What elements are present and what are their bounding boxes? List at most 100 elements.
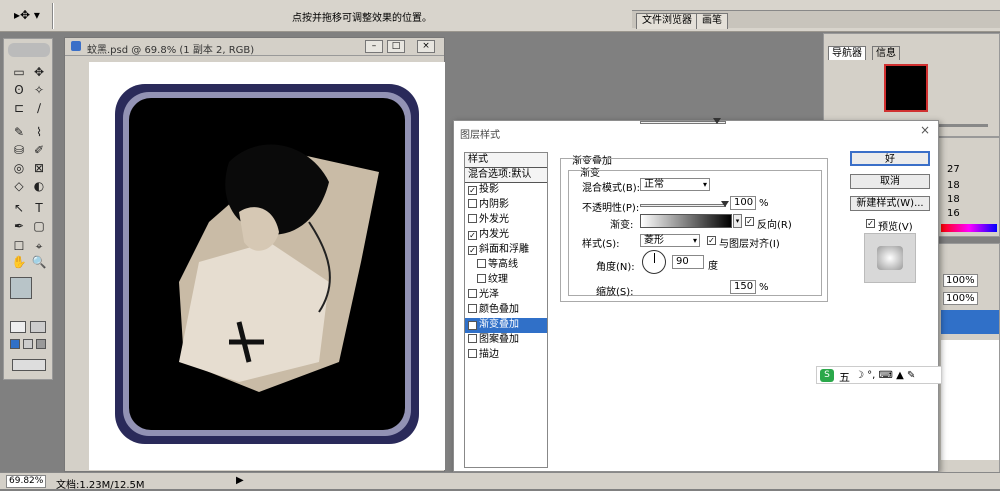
screen-mode-menu-icon[interactable] — [23, 339, 33, 349]
document-canvas[interactable] — [89, 62, 445, 470]
gradient-style-select[interactable]: 菱形 ▾ — [640, 234, 700, 247]
scale-input[interactable]: 150 — [730, 280, 756, 294]
brush-tool-icon[interactable]: ⌇ — [30, 125, 48, 140]
gradient-dropdown-icon[interactable]: ▾ — [733, 214, 742, 228]
ok-button[interactable]: 好 — [850, 151, 930, 166]
healing-brush-icon[interactable]: ✎ — [10, 125, 28, 140]
options-separator — [52, 3, 54, 29]
layer-opacity[interactable]: 100% — [943, 274, 978, 287]
gradient-tool-icon[interactable]: ⊠ — [30, 161, 48, 176]
style-list-item[interactable]: 样式 — [465, 153, 547, 168]
toolbox-header — [8, 43, 50, 57]
style-list-item[interactable]: 外发光 — [465, 213, 547, 228]
type-tool-icon[interactable]: T — [30, 201, 48, 216]
style-checkbox[interactable] — [468, 334, 477, 343]
style-checkbox[interactable]: ✓ — [468, 321, 477, 330]
style-list-item[interactable]: 纹理 — [465, 273, 547, 288]
path-select-icon[interactable]: ↖ — [10, 201, 28, 216]
style-checkbox[interactable]: ✓ — [468, 186, 477, 195]
style-list-item[interactable]: 等高线 — [465, 258, 547, 273]
standard-mode-icon[interactable] — [10, 321, 26, 333]
preview-checkbox[interactable]: ✓ — [866, 219, 875, 228]
style-list-item[interactable]: ✓ 斜面和浮雕 — [465, 243, 547, 258]
opacity-input[interactable]: 100 — [730, 196, 756, 210]
move-tool-icon[interactable]: ▸✥ ▾ — [14, 8, 50, 24]
style-list-item[interactable]: ✓ 内发光 — [465, 228, 547, 243]
scale-slider[interactable] — [640, 118, 726, 124]
tab-file-browser[interactable]: 文件浏览器 — [636, 13, 698, 29]
align-with-layer-checkbox[interactable]: ✓ — [707, 236, 716, 245]
scale-slider-knob[interactable] — [713, 118, 721, 124]
navigator-thumbnail[interactable] — [884, 64, 928, 112]
artwork-image — [115, 84, 419, 444]
style-list-item[interactable]: ✓ 渐变叠加 — [465, 318, 547, 333]
style-checkbox[interactable]: ✓ — [468, 231, 477, 240]
zoom-field[interactable]: 69.82% — [6, 475, 46, 488]
style-checkbox[interactable] — [468, 349, 477, 358]
style-checkbox[interactable] — [468, 214, 477, 223]
style-list-item[interactable]: 图案叠加 — [465, 333, 547, 348]
marquee-tool-icon[interactable]: ▭ — [10, 65, 28, 80]
close-button[interactable]: × — [417, 40, 435, 53]
angle-input[interactable]: 90 — [672, 255, 704, 269]
pen-tool-icon[interactable]: ✒ — [10, 219, 28, 234]
screen-mode-full-icon[interactable] — [36, 339, 46, 349]
style-list-item[interactable]: 混合选项:默认 — [465, 168, 547, 183]
tab-brushes[interactable]: 画笔 — [696, 13, 728, 29]
selected-layer-row[interactable] — [941, 310, 999, 334]
angle-dial[interactable] — [642, 250, 666, 274]
cancel-button[interactable]: 取消 — [850, 174, 930, 189]
maximize-button[interactable]: □ — [387, 40, 405, 53]
gradient-preview[interactable] — [640, 214, 732, 228]
screen-mode-standard-icon[interactable] — [10, 339, 20, 349]
style-checkbox[interactable] — [468, 289, 477, 298]
eraser-tool-icon[interactable]: ◎ — [10, 161, 28, 176]
layer-fill[interactable]: 100% — [943, 292, 978, 305]
color-value: 18 — [947, 194, 960, 205]
status-menu-arrow-icon[interactable]: ▶ — [236, 475, 244, 486]
gradient-style-value: 菱形 — [644, 235, 664, 246]
close-icon[interactable]: × — [920, 123, 930, 137]
dodge-tool-icon[interactable]: ◐ — [30, 179, 48, 194]
style-checkbox[interactable]: ✓ — [468, 246, 477, 255]
tab-info[interactable]: 信息 — [872, 46, 900, 60]
lasso-tool-icon[interactable]: ʘ — [10, 83, 28, 98]
minimize-button[interactable]: – — [365, 40, 383, 53]
opacity-slider[interactable] — [640, 201, 729, 207]
style-list-item[interactable]: ✓ 投影 — [465, 183, 547, 198]
ime-icons[interactable]: ☽ °, ⌨ ▲ ✎ — [855, 370, 915, 381]
jump-to-imageready-icon[interactable] — [12, 359, 46, 371]
move-tool-icon[interactable]: ✥ — [30, 65, 48, 80]
style-list-item[interactable]: 内阴影 — [465, 198, 547, 213]
new-style-button[interactable]: 新建样式(W)... — [850, 196, 930, 211]
crop-tool-icon[interactable]: ⊏ — [10, 101, 28, 116]
clone-stamp-icon[interactable]: ⛁ — [10, 143, 28, 158]
reverse-checkbox[interactable]: ✓ — [745, 217, 754, 226]
tab-navigator[interactable]: 导航器 — [828, 46, 866, 60]
style-list-item[interactable]: 描边 — [465, 348, 547, 363]
blur-tool-icon[interactable]: ◇ — [10, 179, 28, 194]
style-checkbox[interactable] — [468, 199, 477, 208]
style-list-label: 投影 — [479, 184, 499, 195]
shape-tool-icon[interactable]: ▢ — [30, 219, 48, 234]
ime-mode-label[interactable]: 五 — [839, 369, 850, 385]
foreground-color-swatch[interactable] — [10, 277, 32, 299]
style-list-item[interactable]: 颜色叠加 — [465, 303, 547, 318]
layer-list[interactable] — [941, 340, 999, 460]
notes-tool-icon[interactable]: ☐ — [10, 239, 28, 254]
eyedropper-icon[interactable]: ⌖ — [30, 239, 48, 254]
style-list-item[interactable]: 光泽 — [465, 288, 547, 303]
style-checkbox[interactable] — [468, 304, 477, 313]
history-brush-icon[interactable]: ✐ — [30, 143, 48, 158]
slice-tool-icon[interactable]: ∕ — [30, 101, 48, 116]
zoom-tool-icon[interactable]: 🔍 — [30, 255, 48, 270]
ime-logo-icon[interactable]: S — [820, 369, 834, 382]
blend-mode-select[interactable]: 正常 ▾ — [640, 178, 710, 191]
magic-wand-icon[interactable]: ✧ — [30, 83, 48, 98]
hand-tool-icon[interactable]: ✋ — [10, 255, 28, 270]
quick-mask-icon[interactable] — [30, 321, 46, 333]
opacity-slider-knob[interactable] — [721, 201, 729, 207]
style-checkbox[interactable] — [477, 259, 486, 268]
color-ramp[interactable] — [941, 224, 997, 232]
style-checkbox[interactable] — [477, 274, 486, 283]
